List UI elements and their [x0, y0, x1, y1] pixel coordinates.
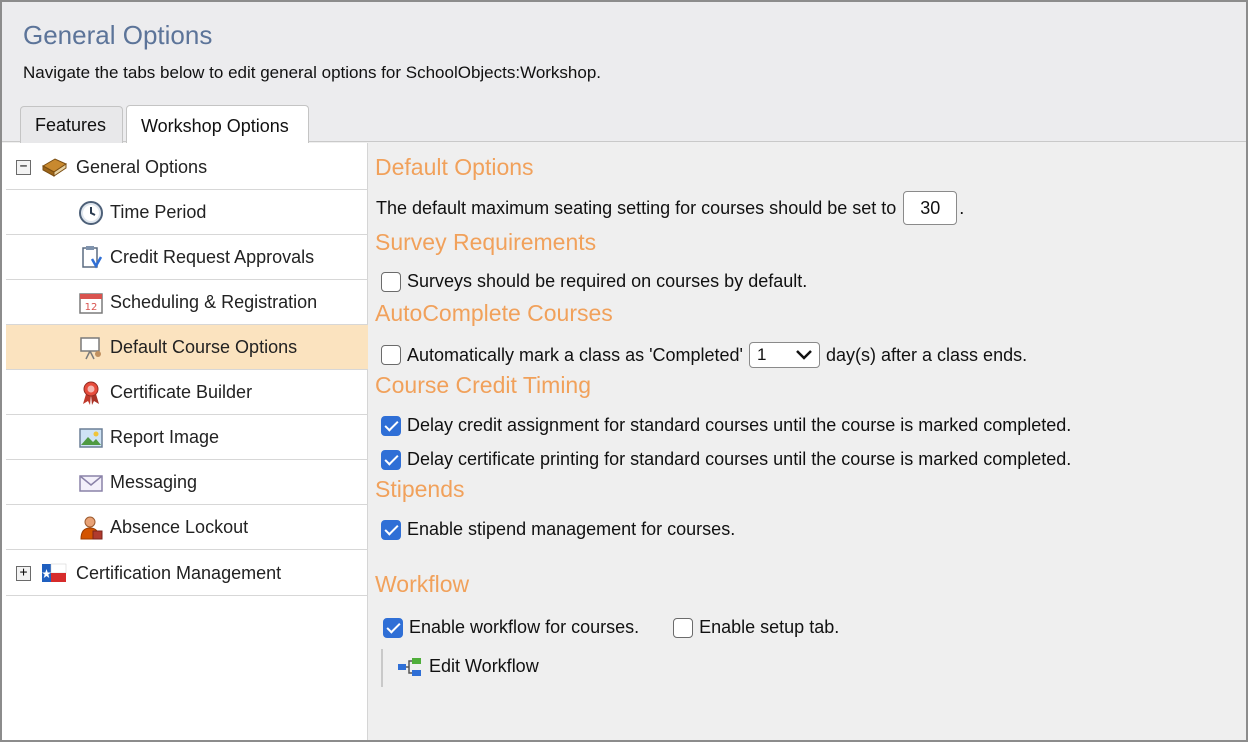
- sidebar-item-label: Certification Management: [76, 563, 282, 583]
- workflow-icon: [398, 658, 421, 676]
- sidebar-item-certification-management[interactable]: + Certification Management: [6, 551, 368, 596]
- expand-toggle-icon[interactable]: +: [16, 566, 31, 581]
- window-frame: General Options Navigate the tabs below …: [0, 0, 1248, 742]
- checkbox-label: Delay credit assignment for standard cou…: [407, 415, 1072, 435]
- autocomplete-checkbox[interactable]: [381, 345, 401, 365]
- section-title-stipends: Stipends: [375, 476, 465, 502]
- delay-credit-row: Delay credit assignment for standard cou…: [381, 415, 1071, 436]
- sidebar-item-default-course-options[interactable]: Default Course Options: [6, 325, 368, 370]
- autocomplete-text-end: day(s) after a class ends.: [826, 344, 1028, 365]
- book-icon: [41, 158, 68, 177]
- sidebar-item-report-image[interactable]: Report Image: [6, 415, 368, 460]
- page-subtitle: Navigate the tabs below to edit general …: [23, 63, 602, 82]
- checkbox-label: Enable setup tab.: [699, 617, 840, 637]
- sidebar-item-certificate-builder[interactable]: Certificate Builder: [6, 370, 368, 415]
- section-title-workflow: Workflow: [375, 571, 470, 597]
- section-title-default-options: Default Options: [375, 154, 534, 180]
- page-header: General Options Navigate the tabs below …: [2, 2, 1246, 144]
- award-ribbon-icon: [83, 381, 99, 405]
- sidebar-item-scheduling-registration[interactable]: 12 Scheduling & Registration: [6, 280, 368, 325]
- sidebar-item-label: Messaging: [110, 472, 198, 492]
- sidebar-item-credit-request-approvals[interactable]: Credit Request Approvals: [6, 235, 368, 280]
- sidebar-item-label: Scheduling & Registration: [110, 292, 318, 312]
- edit-workflow-link[interactable]: Edit Workflow: [381, 649, 581, 687]
- default-seating-row: The default maximum seating setting for …: [376, 191, 964, 225]
- stipend-checkbox[interactable]: [381, 519, 401, 540]
- survey-required-checkbox[interactable]: [381, 271, 401, 292]
- checkbox-label: Enable workflow for courses.: [409, 617, 640, 637]
- collapse-toggle-icon[interactable]: −: [16, 160, 31, 175]
- sidebar-item-messaging[interactable]: Messaging: [6, 460, 368, 505]
- page-title: General Options: [23, 20, 213, 50]
- seating-text: The default maximum seating setting for …: [376, 197, 897, 218]
- checkbox-label: Enable stipend management for courses.: [407, 519, 736, 539]
- calendar-icon: 12: [79, 293, 103, 314]
- sidebar-tree: − General Options Time Period Credit Req…: [2, 143, 368, 740]
- svg-text:12: 12: [85, 302, 98, 313]
- clock-icon: [79, 201, 103, 225]
- sidebar-item-label: Default Course Options: [110, 337, 298, 357]
- presentation-board-icon: [80, 337, 101, 360]
- section-title-course-credit-timing: Course Credit Timing: [375, 372, 592, 398]
- sidebar-item-label: Certificate Builder: [110, 382, 253, 402]
- sidebar-item-label: Credit Request Approvals: [110, 247, 315, 267]
- stipend-row: Enable stipend management for courses.: [381, 519, 735, 540]
- delay-certificate-row: Delay certificate printing for standard …: [381, 449, 1071, 470]
- checkbox-label: Delay certificate printing for standard …: [407, 449, 1072, 469]
- autocomplete-days-select[interactable]: 1: [749, 342, 820, 368]
- chevron-down-icon: [796, 350, 812, 360]
- delay-credit-checkbox[interactable]: [381, 415, 401, 436]
- autocomplete-row: Automatically mark a class as 'Completed…: [381, 342, 1027, 368]
- tab-workshop-options[interactable]: Workshop Options: [126, 105, 309, 144]
- seating-text-end: .: [959, 197, 965, 218]
- section-title-autocomplete: AutoComplete Courses: [375, 300, 613, 326]
- picture-icon: [79, 428, 103, 448]
- enable-workflow-checkbox[interactable]: [383, 617, 403, 638]
- autocomplete-text: Automatically mark a class as 'Completed…: [407, 344, 743, 365]
- select-value: 1: [757, 345, 767, 364]
- sidebar-item-label: Absence Lockout: [110, 517, 249, 537]
- workflow-row: Enable workflow for courses. Enable setu…: [383, 617, 839, 638]
- enable-setup-tab-checkbox[interactable]: [673, 617, 694, 638]
- max-seating-input[interactable]: 30: [903, 191, 958, 225]
- approval-document-icon: [82, 246, 103, 269]
- sidebar-item-label: Time Period: [110, 202, 207, 222]
- tab-features[interactable]: Features: [20, 106, 123, 143]
- user-lock-icon: [80, 516, 103, 540]
- checkbox-label: Surveys should be required on courses by…: [407, 271, 808, 291]
- flag-icon: [42, 563, 67, 582]
- survey-required-row: Surveys should be required on courses by…: [381, 271, 807, 292]
- sidebar-item-absence-lockout[interactable]: Absence Lockout: [6, 505, 368, 550]
- sidebar-item-general-options[interactable]: − General Options: [6, 145, 368, 190]
- section-title-survey-requirements: Survey Requirements: [375, 229, 597, 255]
- delay-certificate-checkbox[interactable]: [381, 449, 401, 470]
- edit-workflow-label: Edit Workflow: [429, 656, 539, 676]
- options-panel: Default Options The default maximum seat…: [369, 143, 1246, 740]
- sidebar-item-label: General Options: [76, 157, 208, 177]
- sidebar-item-time-period[interactable]: Time Period: [6, 190, 368, 235]
- sidebar-item-label: Report Image: [110, 427, 220, 447]
- envelope-icon: [79, 475, 103, 492]
